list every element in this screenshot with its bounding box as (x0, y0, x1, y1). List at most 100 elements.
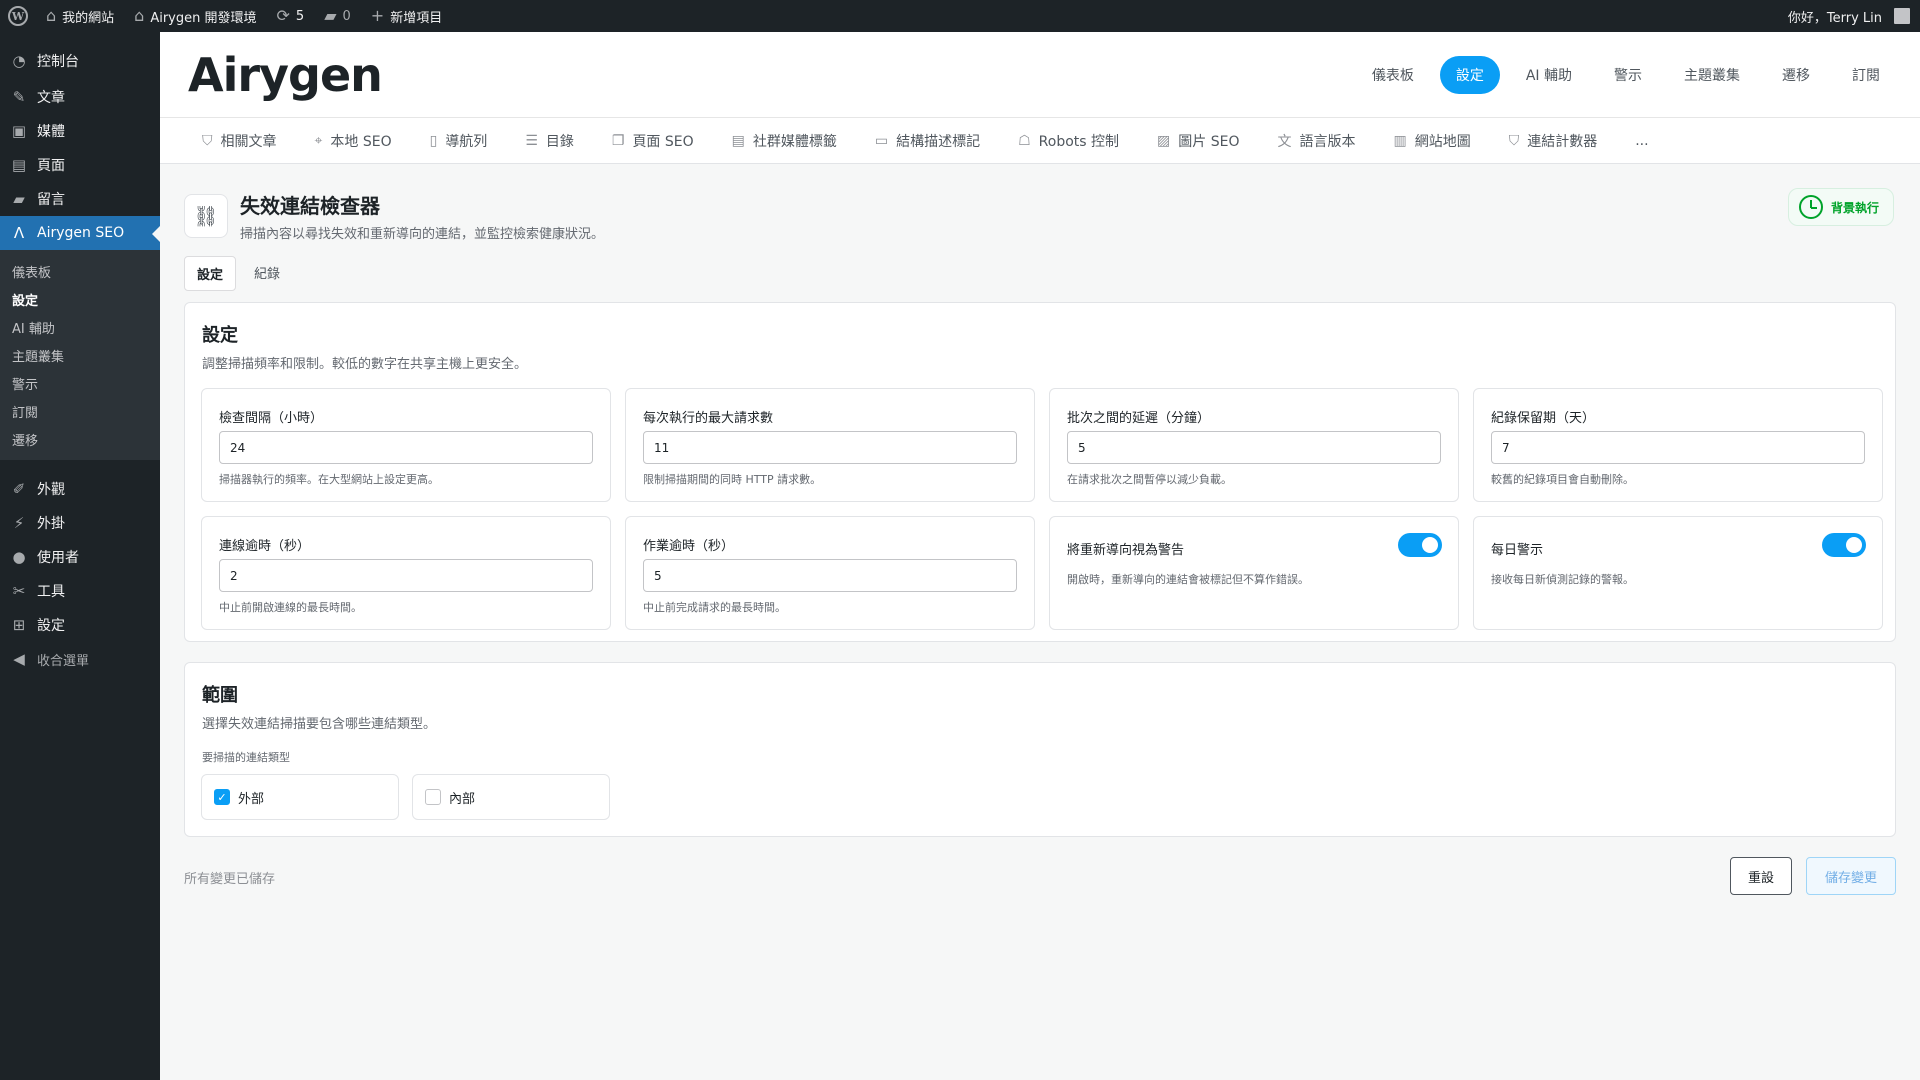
scope-panel-title: 範圍 (202, 685, 238, 706)
submenu-item-ai-assist[interactable]: AI 輔助 (0, 313, 160, 341)
plugin-header: Airygen 儀表板 設定 AI 輔助 警示 主題叢集 遷移 訂閱 (160, 32, 1920, 118)
dashboard-icon: ◔ (12, 52, 26, 70)
subnav-image-seo[interactable]: ▨ 圖片 SEO (1157, 131, 1239, 151)
translate-icon: 文 (1277, 133, 1292, 150)
max-requests-input[interactable] (643, 431, 1017, 464)
airygen-logo[interactable]: Airygen (188, 48, 383, 102)
message-icon: ▭ (874, 132, 889, 149)
page-description: 掃描內容以尋找失效和重新導向的連結，並監控檢索健康狀況。 (240, 227, 605, 242)
nav-topic-clusters[interactable]: 主題叢集 (1668, 56, 1756, 94)
nav-migration[interactable]: 遷移 (1766, 56, 1826, 94)
sidebar-item-users[interactable]: ● 使用者 (0, 540, 160, 574)
subnav-social-tags[interactable]: ▤ 社群媒體標籤 (732, 131, 837, 151)
settings-panel-description: 調整掃描頻率和限制。較低的數字在共享主機上更安全。 (202, 357, 528, 372)
subnav-breadcrumbs[interactable]: ▯ 導航列 (430, 131, 488, 151)
nav-settings[interactable]: 設定 (1439, 55, 1500, 94)
tab-settings[interactable]: 設定 (184, 256, 237, 291)
subnav-robots[interactable]: ☖ Robots 控制 (1018, 131, 1119, 151)
submenu-item-dashboard[interactable]: 儀表板 (0, 257, 160, 285)
submenu-item-subscription[interactable]: 訂閱 (0, 397, 160, 425)
avatar (1894, 8, 1910, 24)
toggle-card-redirect-warning: 將重新導向視為警告 開啟時，重新導向的連結會被標記但不算作錯誤。 (1049, 516, 1459, 630)
field-card-max-requests: 每次執行的最大請求數 限制掃描期間的同時 HTTP 請求數。 (625, 388, 1035, 502)
nav-ai-assist[interactable]: AI 輔助 (1510, 56, 1588, 94)
wrench-icon: ✂ (12, 582, 26, 600)
clock-icon (1798, 195, 1823, 219)
brush-icon: ✐ (12, 480, 26, 498)
subnav-related-posts[interactable]: ⛉ 相關文章 (202, 131, 277, 151)
sidebar-item-media[interactable]: ▣ 媒體 (0, 114, 160, 148)
module-subnav: ⛉ 相關文章 ⌖ 本地 SEO ▯ 導航列 ☰ 目錄 ❐ 頁面 SEO ▤ 社群媒體標籤 ▭… (160, 118, 1920, 164)
list-icon: ☰ (525, 132, 538, 149)
subnav-more[interactable]: ... (1635, 133, 1648, 149)
sidebar-item-airygen-seo[interactable]: Λ Airygen SEO (0, 216, 160, 250)
sidebar-item-posts[interactable]: ✎ 文章 (0, 80, 160, 114)
page-tabs: 設定 紀錄 (184, 256, 292, 291)
nav-dashboard[interactable]: 儀表板 (1356, 56, 1430, 94)
home-icon: ⌂ (46, 6, 57, 25)
admin-bar-comments[interactable]: ▰ 0 (314, 0, 361, 32)
submenu-item-alerts[interactable]: 警示 (0, 369, 160, 397)
batch-delay-input[interactable] (1067, 431, 1441, 464)
sidebar-collapse-menu[interactable]: ◀ 收合選單 (0, 642, 160, 676)
settings-panel: 設定 調整掃描頻率和限制。較低的數字在共享主機上更安全。 檢查間隔（小時） 掃描… (184, 302, 1896, 642)
sidebar-item-pages[interactable]: ▤ 頁面 (0, 148, 160, 182)
robot-icon: ☖ (1018, 132, 1031, 149)
submenu-item-topic-clusters[interactable]: 主題叢集 (0, 341, 160, 369)
scope-panel-description: 選擇失效連結掃描要包含哪些連結類型。 (202, 717, 437, 732)
wordpress-logo-icon[interactable]: W (0, 0, 36, 32)
save-button[interactable]: 儲存變更 (1806, 857, 1896, 895)
main-content: ⛓ 失效連結檢查器 掃描內容以尋找失效和重新導向的連結，並監控檢索健康狀況。 背… (160, 164, 1920, 1080)
refresh-icon: ⟳ (276, 6, 290, 25)
check-interval-input[interactable] (219, 431, 593, 464)
submenu-item-migration[interactable]: 遷移 (0, 425, 160, 453)
pages-icon: ❐ (611, 132, 625, 149)
subnav-link-counter[interactable]: ⛉ 連結計數器 (1509, 131, 1598, 151)
scope-panel: 範圍 選擇失效連結掃描要包含哪些連結類型。 要掃描的連結類型 ✓ 外部 內部 (184, 662, 1896, 837)
subnav-local-seo[interactable]: ⌖ 本地 SEO (315, 131, 392, 151)
external-checkbox[interactable]: ✓ (214, 789, 230, 805)
sidebar-item-plugins[interactable]: ⚡ 外掛 (0, 506, 160, 540)
reset-button[interactable]: 重設 (1730, 857, 1792, 895)
connect-timeout-input[interactable] (219, 559, 593, 592)
admin-bar-updates[interactable]: ⟳ 5 (267, 0, 315, 32)
document-icon: ▯ (429, 132, 438, 149)
map-icon: ▥ (1393, 132, 1407, 149)
page-icon: ▤ (11, 156, 27, 174)
house-icon: ⌂ (134, 6, 145, 25)
subnav-sitemap[interactable]: ▥ 網站地圖 (1393, 131, 1470, 151)
admin-bar-account[interactable]: 你好，Terry Lin (1778, 0, 1920, 32)
subnav-page-seo[interactable]: ❐ 頁面 SEO (612, 131, 694, 151)
option-internal[interactable]: 內部 (412, 774, 610, 820)
sidebar-item-dashboard[interactable]: ◔ 控制台 (0, 44, 160, 78)
redirect-warning-toggle[interactable] (1398, 533, 1442, 557)
operation-timeout-input[interactable] (643, 559, 1017, 592)
sidebar-item-comments[interactable]: ▰ 留言 (0, 182, 160, 216)
pin-icon: ✎ (12, 88, 26, 106)
subnav-toc[interactable]: ☰ 目錄 (525, 131, 574, 151)
field-card-check-interval: 檢查間隔（小時） 掃描器執行的頻率。在大型網站上設定更高。 (201, 388, 611, 502)
tab-logs[interactable]: 紀錄 (242, 256, 292, 291)
field-card-log-retention: 紀錄保留期（天） 較舊的紀錄項目會自動刪除。 (1473, 388, 1883, 502)
nav-subscription[interactable]: 訂閱 (1836, 56, 1896, 94)
option-external[interactable]: ✓ 外部 (201, 774, 399, 820)
daily-alert-toggle[interactable] (1822, 533, 1866, 557)
admin-bar-env-link[interactable]: ⌂ Airygen 開發環境 (124, 0, 266, 32)
sidebar-item-appearance[interactable]: ✐ 外觀 (0, 472, 160, 506)
sidebar-item-tools[interactable]: ✂ 工具 (0, 574, 160, 608)
subnav-schema[interactable]: ▭ 結構描述標記 (875, 131, 980, 151)
background-run-badge: 背景執行 (1787, 188, 1894, 226)
nav-alerts[interactable]: 警示 (1598, 56, 1658, 94)
card-icon: ▤ (731, 132, 745, 149)
sidebar-item-settings[interactable]: ⊞ 設定 (0, 608, 160, 642)
settings-panel-title: 設定 (202, 325, 238, 346)
log-retention-input[interactable] (1491, 431, 1865, 464)
admin-bar-new-item[interactable]: + 新增項目 (361, 0, 452, 32)
subnav-language[interactable]: 文語言版本 (1277, 131, 1355, 151)
settings-icon: ⊞ (12, 616, 26, 634)
save-status: 所有變更已儲存 (184, 872, 276, 887)
collapse-arrow-icon: ◀ (13, 650, 25, 668)
internal-checkbox[interactable] (425, 789, 441, 805)
admin-bar-site-link[interactable]: ⌂ 我的網站 (36, 0, 124, 32)
submenu-item-settings[interactable]: 設定 (0, 285, 160, 313)
